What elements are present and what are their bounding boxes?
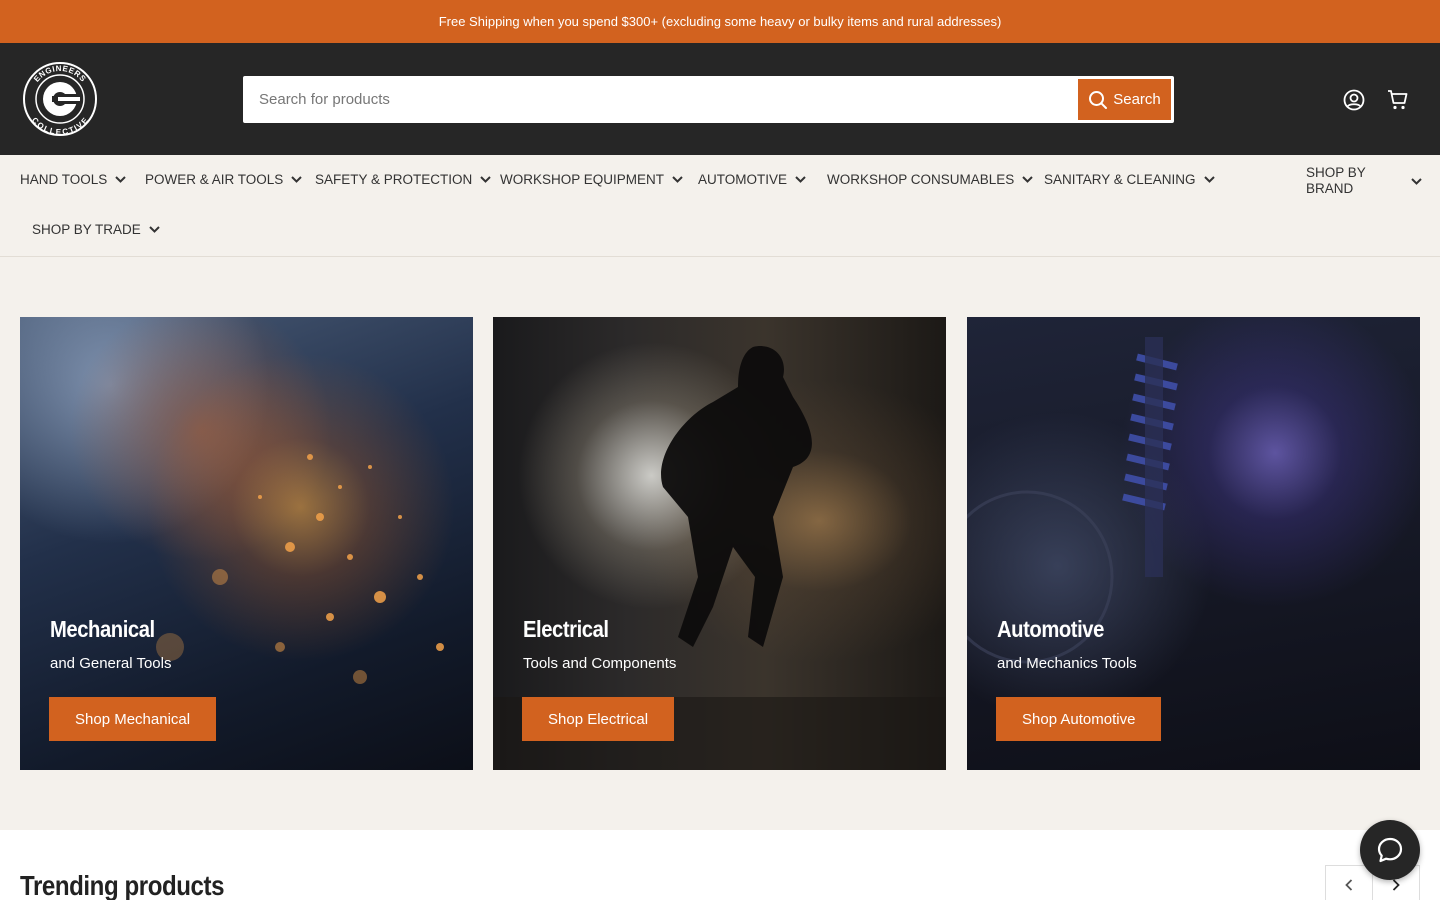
tile-title: Electrical (523, 616, 609, 642)
nav-item-label: WORKSHOP EQUIPMENT (500, 172, 665, 187)
chevron-down-icon (1203, 176, 1215, 183)
chevron-down-icon (1022, 176, 1034, 183)
nav-item-safety-protection[interactable]: SAFETY & PROTECTION (315, 172, 491, 187)
search-bar: Search (243, 76, 1174, 123)
shop-mechanical-button[interactable]: Shop Mechanical (49, 697, 217, 741)
nav-item-label: SHOP BY BRAND (1306, 165, 1366, 196)
nav-item-workshop-consumables[interactable]: WORKSHOP CONSUMABLES (827, 172, 1034, 187)
search-input[interactable] (243, 76, 1073, 123)
nav-item-power-air-tools[interactable]: POWER & AIR TOOLS (145, 172, 303, 187)
announcement-text: Free Shipping when you spend $300+ (excl… (438, 14, 1002, 29)
nav-item-label: WORKSHOP CONSUMABLES (827, 172, 1015, 187)
nav-item-shop-by-brand[interactable]: SHOP BY BRAND (1306, 165, 1422, 197)
chevron-down-icon (795, 176, 806, 183)
nav-item-label: POWER & AIR TOOLS (145, 172, 284, 187)
nav-item-shop-by-trade[interactable]: SHOP BY TRADE (32, 222, 160, 237)
site-header: ENGINEERS COLLECTIVE Search (0, 43, 1440, 155)
nav-item-label: HAND TOOLS (20, 172, 108, 187)
search-button[interactable]: Search (1078, 79, 1171, 120)
tile-title: Automotive (997, 616, 1104, 642)
tile-subtitle: and General Tools (50, 655, 172, 672)
carousel-prev-button[interactable] (1325, 865, 1373, 900)
search-icon (1089, 90, 1108, 109)
chevron-down-icon (291, 176, 303, 183)
chevron-down-icon (115, 176, 126, 183)
chevron-left-icon (1345, 879, 1353, 891)
nav-item-hand-tools[interactable]: HAND TOOLS (20, 172, 126, 187)
trending-section: Trending products (0, 830, 1440, 900)
logo[interactable]: ENGINEERS COLLECTIVE (22, 61, 98, 137)
tile-subtitle: Tools and Components (523, 655, 677, 672)
tile-mechanical[interactable]: Mechanical and General Tools Shop Mechan… (20, 317, 473, 770)
nav-item-automotive[interactable]: AUTOMOTIVE (698, 172, 806, 187)
nav-item-workshop-equipment[interactable]: WORKSHOP EQUIPMENT (500, 172, 683, 187)
chat-button[interactable] (1360, 820, 1420, 880)
nav-item-label: SANITARY & CLEANING (1044, 172, 1196, 187)
tile-title: Mechanical (50, 616, 155, 642)
nav-item-label: SHOP BY TRADE (32, 222, 141, 237)
tile-electrical[interactable]: Electrical Tools and Components Shop Ele… (493, 317, 946, 770)
tile-subtitle: and Mechanics Tools (997, 655, 1137, 672)
nav-item-label: SAFETY & PROTECTION (315, 172, 473, 187)
announcement-bar: Free Shipping when you spend $300+ (excl… (0, 0, 1440, 43)
main-nav: HAND TOOLS POWER & AIR TOOLS SAFETY & PR… (0, 155, 1440, 257)
chevron-down-icon (149, 226, 160, 233)
chevron-down-icon (1411, 177, 1422, 185)
chat-icon (1377, 837, 1403, 863)
account-icon[interactable] (1342, 88, 1366, 112)
shop-electrical-button[interactable]: Shop Electrical (522, 697, 675, 741)
section-title: Trending products (20, 870, 225, 900)
nav-item-label: AUTOMOTIVE (698, 172, 788, 187)
category-tiles: Mechanical and General Tools Shop Mechan… (20, 317, 1420, 770)
chevron-right-icon (1392, 879, 1400, 891)
chevron-down-icon (480, 176, 491, 183)
cart-icon[interactable] (1386, 88, 1410, 112)
shop-automotive-button[interactable]: Shop Automotive (996, 697, 1162, 741)
search-button-label: Search (1113, 91, 1161, 108)
chevron-down-icon (672, 176, 683, 183)
tile-automotive[interactable]: Automotive and Mechanics Tools Shop Auto… (967, 317, 1420, 770)
nav-item-sanitary-cleaning[interactable]: SANITARY & CLEANING (1044, 172, 1215, 187)
